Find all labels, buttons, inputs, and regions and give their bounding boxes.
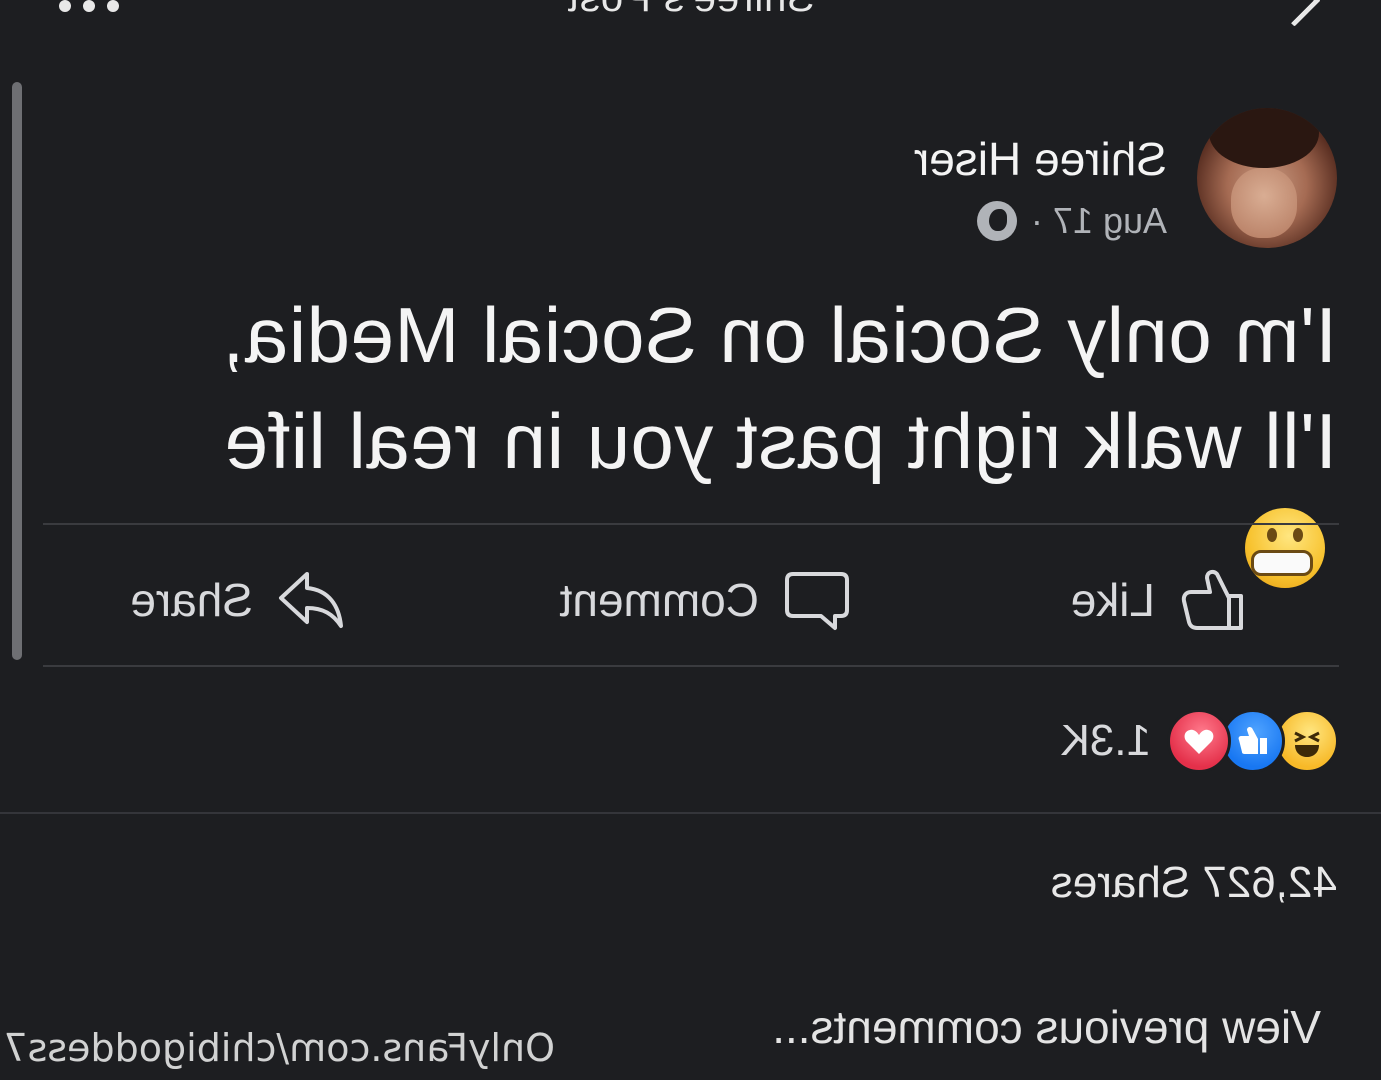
divider <box>43 665 1339 667</box>
share-label: Share <box>130 574 253 626</box>
mirrored-screen: Shiree's Post Shiree Hiser Aug 17 · I'm … <box>0 0 1381 1080</box>
globe-icon <box>976 201 1017 241</box>
like-label: Like <box>1070 574 1155 626</box>
love-reaction-icon <box>1167 709 1231 773</box>
avatar[interactable] <box>1197 108 1337 248</box>
more-options-icon[interactable] <box>55 0 119 16</box>
post-meta: Aug 17 · <box>976 200 1167 242</box>
reaction-count: 1.3K <box>1060 716 1151 765</box>
like-button[interactable]: Like <box>1071 560 1247 640</box>
reaction-summary[interactable]: 1.3K <box>1060 709 1339 773</box>
comment-label: Comment <box>559 574 759 626</box>
page-title: Shiree's Post <box>0 0 1381 21</box>
share-arrow-icon <box>279 572 343 628</box>
comment-button[interactable]: Comment <box>560 560 851 640</box>
view-previous-comments-link[interactable]: View previous comments... <box>772 1000 1321 1054</box>
divider <box>43 523 1339 525</box>
comment-bubble-icon <box>785 572 849 630</box>
post-body: I'm only Social on Social Media, I'll wa… <box>222 291 1337 485</box>
shares-count[interactable]: 42,627 Shares <box>1051 858 1337 908</box>
thumbs-up-icon <box>1181 569 1243 630</box>
section-divider <box>0 812 1381 814</box>
watermark: OnlyFans.com/chibigoddess7 <box>3 1026 555 1070</box>
grimacing-face-icon <box>1245 508 1325 589</box>
post-text: I'm only Social on Social Media, I'll wa… <box>137 282 1337 600</box>
share-button[interactable]: Share <box>130 560 345 640</box>
post-date: Aug 17 · <box>1030 200 1167 241</box>
author-name[interactable]: Shiree Hiser <box>914 132 1167 186</box>
scroll-indicator[interactable] <box>12 82 22 660</box>
